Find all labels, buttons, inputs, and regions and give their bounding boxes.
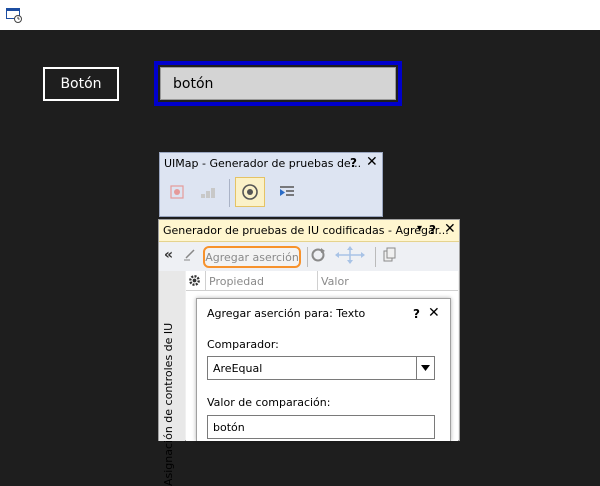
window-title-bar [0,0,600,30]
builder-close-button[interactable]: ✕ [444,221,456,237]
refresh-icon[interactable] [310,247,326,267]
window-app-icon[interactable] [6,7,22,23]
column-header-value[interactable]: Valor [321,275,349,288]
uimap-help-button[interactable]: ? [350,156,357,170]
edit-pen-icon[interactable] [183,247,197,265]
gear-icon[interactable] [187,273,202,292]
builder-dropdown-icon[interactable]: ▾ [417,223,422,234]
generate-code-icon[interactable] [274,179,300,205]
toolbar-separator [307,247,308,267]
steps-icon[interactable] [196,179,222,205]
chevron-down-icon[interactable] [416,357,434,379]
app-textbox[interactable]: botón [160,67,396,100]
column-divider [205,271,206,291]
comparator-select[interactable]: AreEqual [207,356,435,380]
comparator-label: Comparador: [207,338,279,351]
ui-control-map-side-tab[interactable]: Asignación de controles de IU [159,271,185,486]
toolbar-separator [375,247,376,267]
dialog-help-button[interactable]: ? [413,307,420,321]
uimap-title: UIMap - Generador de pruebas de... [164,157,362,170]
builder-toolbar: « Agregar aserción [159,243,459,271]
toolbar-separator [229,179,230,207]
uimap-close-button[interactable]: ✕ [366,154,378,170]
side-tab-label: Asignación de controles de IU [162,322,175,486]
record-icon[interactable] [164,179,190,205]
column-divider [317,271,318,291]
comparison-value-label: Valor de comparación: [207,396,331,409]
dialog-close-button[interactable]: ✕ [428,305,440,321]
column-header-property[interactable]: Propiedad [209,275,264,288]
crosshair-target-icon[interactable] [235,177,265,207]
dialog-title: Agregar aserción para: Texto [207,307,366,320]
add-assertion-dialog: Agregar aserción para: Texto ? ✕ Compara… [196,298,451,441]
app-button[interactable]: Botón [43,67,119,101]
builder-title: Generador de pruebas de IU codificadas -… [163,224,449,237]
builder-title-bar: Generador de pruebas de IU codificadas -… [159,220,459,242]
copy-icon[interactable] [383,247,397,267]
comparator-value: AreEqual [213,361,263,375]
builder-help-button[interactable]: ? [429,223,436,237]
comparison-value-input[interactable]: botón [207,415,435,439]
move-arrows-icon[interactable] [334,246,366,268]
add-assertion-button[interactable]: Agregar aserción [203,246,301,268]
uimap-toolbar-window: UIMap - Generador de pruebas de... ? ✕ [159,152,383,217]
collapse-chevron-icon[interactable]: « [164,247,173,263]
